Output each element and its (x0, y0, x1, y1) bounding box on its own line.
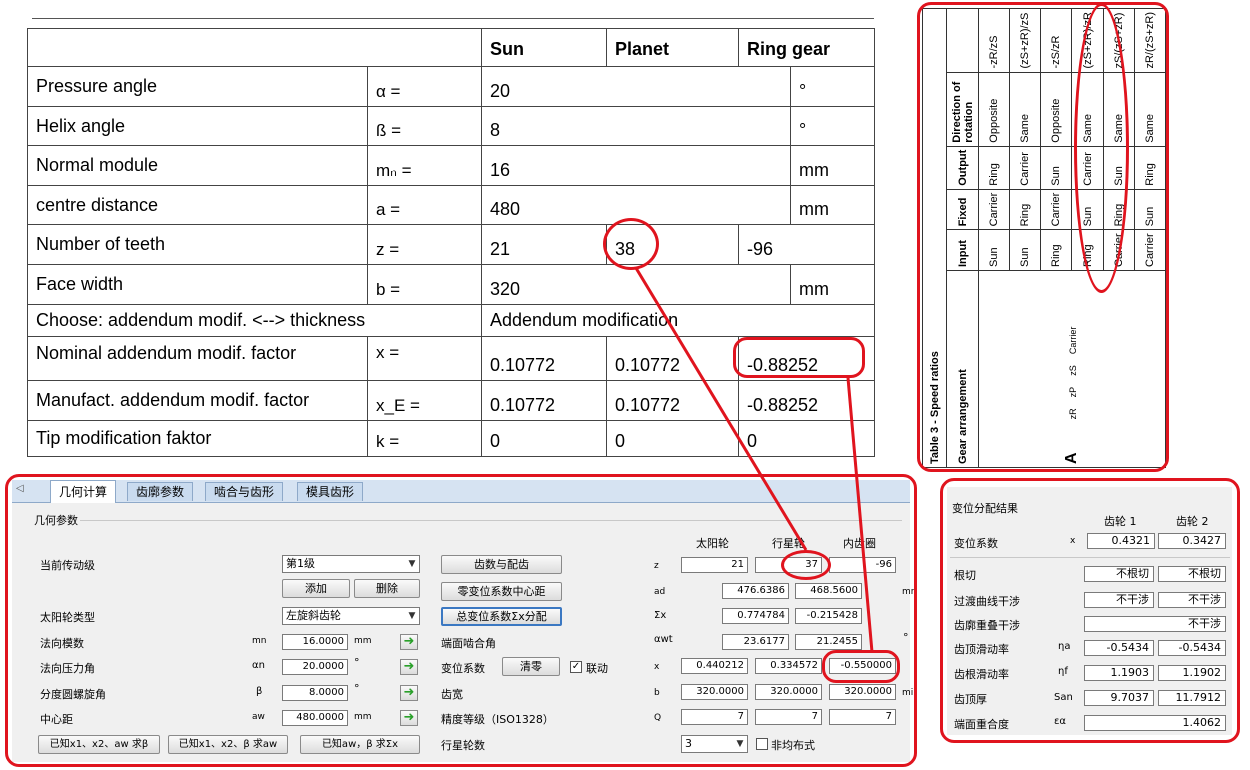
annotation-planet-37-ellipse (781, 550, 831, 580)
row-value: 16 (481, 145, 791, 186)
row-label: Nominal addendum modif. factor (27, 336, 368, 381)
annotation-software-panel-box (5, 474, 917, 767)
row-label: Normal module (27, 145, 368, 186)
row-unit: ° (790, 66, 875, 107)
row-value: 8 (481, 106, 791, 146)
row-value-sun: 0.10772 (481, 336, 607, 381)
row-label: Manufact. addendum modif. factor (27, 380, 368, 421)
row-value-ring: -0.88252 (738, 380, 875, 421)
row-helix-angle: Helix angle ß = 8 ° (27, 106, 875, 146)
row-symbol: z = (367, 224, 482, 265)
gear-data-table: Sun Planet Ring gear Pressure angle α = … (27, 28, 875, 457)
row-tip-modification: Tip modification faktor k = 0 0 0 (27, 420, 875, 457)
row-unit: ° (790, 106, 875, 146)
row-value-sun: 0.10772 (481, 380, 607, 421)
annotation-speed-table-box (917, 2, 1169, 472)
row-value: Addendum modification (481, 304, 875, 337)
header-planet: Planet (606, 28, 739, 67)
row-addendum-choice: Choose: addendum modif. <--> thickness A… (27, 304, 875, 337)
row-value-planet: 0.10772 (606, 380, 739, 421)
row-symbol: b = (367, 264, 482, 305)
gear-table-header: Sun Planet Ring gear (27, 28, 875, 67)
annotation-x-ring-box (822, 650, 900, 683)
row-symbol: x_E = (367, 380, 482, 421)
annotation-carrier-sun-ellipse (1074, 3, 1129, 293)
row-symbol: mₙ = (367, 145, 482, 186)
row-value-ring: -96 (738, 224, 875, 265)
row-symbol: ß = (367, 106, 482, 146)
row-value: 20 (481, 66, 791, 107)
row-label: Pressure angle (27, 66, 368, 107)
row-centre-distance: centre distance a = 480 mm (27, 185, 875, 225)
row-label: Face width (27, 264, 368, 305)
row-value-planet: 0.10772 (606, 336, 739, 381)
row-manufact-addendum: Manufact. addendum modif. factor x_E = 0… (27, 380, 875, 421)
row-value-ring: 0 (738, 420, 875, 457)
row-unit: mm (790, 185, 875, 225)
row-number-of-teeth: Number of teeth z = 21 38 -96 (27, 224, 875, 265)
header-ring-gear: Ring gear (738, 28, 875, 67)
row-value-sun: 0 (481, 420, 607, 457)
header-sun: Sun (481, 28, 607, 67)
row-label: Choose: addendum modif. <--> thickness (27, 304, 482, 337)
row-pressure-angle: Pressure angle α = 20 ° (27, 66, 875, 107)
annotation-teeth-38-circle (603, 218, 659, 270)
row-unit: mm (790, 145, 875, 186)
row-face-width: Face width b = 320 mm (27, 264, 875, 305)
row-normal-module: Normal module mₙ = 16 mm (27, 145, 875, 186)
row-value: 320 (481, 264, 791, 305)
row-unit: mm (790, 264, 875, 305)
row-symbol: x = (367, 336, 482, 381)
row-label: Helix angle (27, 106, 368, 146)
row-symbol: a = (367, 185, 482, 225)
row-value-planet: 0 (606, 420, 739, 457)
annotation-result-panel-box (940, 478, 1240, 743)
row-label: Tip modification faktor (27, 420, 368, 457)
row-label: Number of teeth (27, 224, 368, 265)
annotation-ring-shift-box (733, 337, 865, 378)
top-divider-line (32, 18, 874, 19)
row-symbol: k = (367, 420, 482, 457)
row-label: centre distance (27, 185, 368, 225)
row-value-sun: 21 (481, 224, 607, 265)
row-symbol: α = (367, 66, 482, 107)
